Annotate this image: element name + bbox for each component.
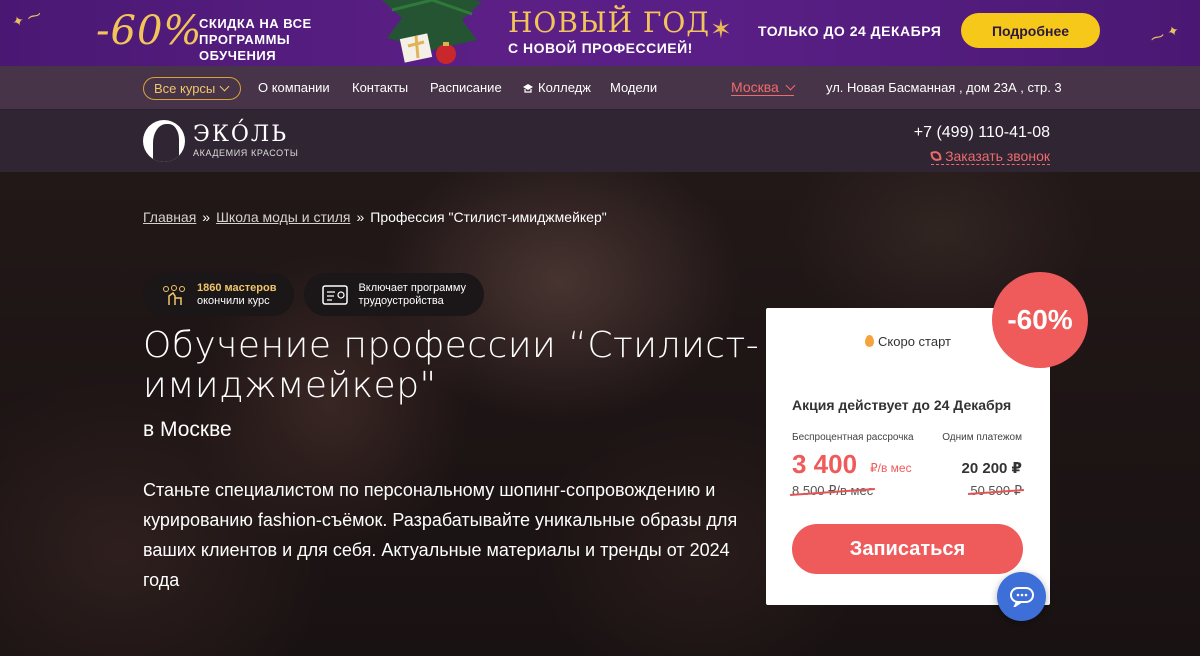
breadcrumb-home[interactable]: Главная [143, 209, 196, 225]
nav-link-college[interactable]: Колледж [522, 80, 591, 95]
christmas-tree-icon [382, 0, 482, 64]
city-label: Москва [731, 79, 779, 95]
onetime-price: 20 200 ₽ [961, 460, 1022, 477]
breadcrumb-current: Профессия "Стилист-имиджмейкер" [370, 209, 607, 225]
college-icon [523, 84, 533, 93]
installment-label: Беспроцентная рассрочка [792, 432, 914, 443]
breadcrumb: Главная » Школа моды и стиля » Профессия… [143, 209, 607, 225]
callback-label: Заказать звонок [945, 148, 1050, 164]
confetti-decoration: ✦ ⁓ [9, 5, 44, 31]
breadcrumb-school[interactable]: Школа моды и стиля [216, 209, 350, 225]
badge-employment-line1: Включает программу [358, 281, 467, 294]
chat-button[interactable] [997, 572, 1046, 621]
promo-deadline: Акция действует до 24 Декабря [792, 397, 1012, 413]
graduates-icon [163, 284, 185, 305]
promo-title: НОВЫЙ ГОД [508, 6, 711, 39]
logo-tagline: АКАДЕМИЯ КРАСОТЫ [193, 148, 299, 158]
phone-icon [930, 150, 942, 162]
hero-section: Главная » Школа моды и стиля » Профессия… [0, 172, 1200, 656]
promo-discount: -60% [96, 8, 203, 54]
page-subtitle: в Москве [143, 418, 232, 441]
top-nav: Все курсы О компании Контакты Расписание… [0, 66, 1200, 110]
logo-mark-icon [143, 120, 185, 162]
logo[interactable]: ЭКО́ЛЬ АКАДЕМИЯ КРАСОТЫ [143, 120, 298, 162]
breadcrumb-separator: » [202, 209, 211, 225]
nav-link-contacts[interactable]: Контакты [352, 80, 408, 95]
promo-until: ТОЛЬКО ДО 24 ДЕКАБРЯ [758, 23, 942, 39]
all-courses-label: Все курсы [154, 81, 216, 96]
onetime-old-price: 50 500 ₽ [968, 483, 1025, 499]
breadcrumb-separator: » [356, 209, 365, 225]
installment-old-price: 8 500 ₽/в мес [790, 483, 876, 499]
promo-banner: ✦ ⁓ ⁓ ✦ -60% СКИДКА НА ВСЕ ПРОГРАММЫ ОБУ… [0, 0, 1200, 66]
city-selector[interactable]: Москва [731, 79, 796, 96]
phone-number[interactable]: +7 (499) 110-41-08 [914, 124, 1050, 142]
chevron-down-icon [219, 81, 230, 92]
onetime-label: Одним платежом [942, 432, 1022, 443]
site-header: ЭКО́ЛЬ АКАДЕМИЯ КРАСОТЫ +7 (499) 110-41-… [0, 110, 1200, 172]
badge-graduates-text: окончили курс [197, 294, 270, 307]
badge-graduates: 1860 мастеров окончили курс [143, 273, 295, 316]
all-courses-button[interactable]: Все курсы [143, 77, 242, 100]
promo-discount-text: СКИДКА НА ВСЕ ПРОГРАММЫ ОБУЧЕНИЯ [199, 16, 312, 63]
enroll-button[interactable]: Записаться [792, 524, 1023, 574]
callback-link[interactable]: Заказать звонок [930, 148, 1050, 165]
address: ул. Новая Басманная , дом 23А , стр. 3 [826, 80, 1062, 95]
flame-icon [865, 335, 875, 347]
sale-badge: -60% [992, 272, 1088, 368]
badge-employment-line2: трудоустройства [358, 294, 444, 307]
page-title: Обучение профессии “Стилист-имиджмейкер" [143, 325, 760, 406]
course-description: Станьте специалистом по персональному шо… [143, 480, 738, 590]
nav-link-schedule[interactable]: Расписание [430, 80, 502, 95]
certificate-icon [322, 284, 349, 305]
nav-link-models[interactable]: Модели [610, 80, 657, 95]
nav-link-college-label: Колледж [538, 80, 591, 95]
star-icon: ✶ [710, 14, 732, 44]
chat-icon [1009, 586, 1034, 607]
course-status-label: Скоро старт [878, 334, 951, 349]
promo-more-button[interactable]: Подробнее [961, 13, 1100, 48]
installment-price: 3 400 [792, 449, 858, 479]
logo-name: ЭКО́ЛЬ [193, 122, 289, 147]
chevron-down-icon [785, 80, 796, 90]
confetti-decoration: ⁓ ✦ [1147, 21, 1182, 47]
badges: 1860 мастеров окончили курс Включает прог… [143, 273, 485, 316]
installment-unit: ₽/в мес [870, 461, 912, 475]
badge-employment: Включает программу трудоустройства [304, 273, 485, 316]
badge-graduates-bold: 1860 мастеров [197, 281, 277, 294]
nav-link-about[interactable]: О компании [258, 80, 330, 95]
promo-subtitle: С НОВОЙ ПРОФЕССИЕЙ! [508, 40, 693, 56]
